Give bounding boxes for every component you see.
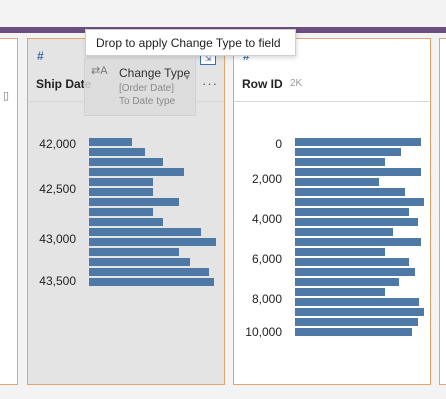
histogram-bar[interactable]: [89, 268, 209, 276]
more-options-button[interactable]: ···: [202, 76, 218, 91]
histogram-bar[interactable]: [89, 168, 184, 176]
drag-chip-target-type: To Date type: [119, 96, 176, 107]
histogram-bar[interactable]: [295, 188, 405, 196]
histogram-bar[interactable]: [295, 288, 385, 296]
histogram-bar[interactable]: [89, 218, 163, 226]
histogram-bar[interactable]: [295, 258, 409, 266]
histogram-bar[interactable]: [295, 308, 424, 316]
change-type-drag-chip[interactable]: ⇄A Change Type [Order Date] To Date type…: [84, 58, 196, 116]
histogram-bar[interactable]: [295, 318, 418, 326]
axis-tick-label: 42,000: [39, 137, 76, 151]
field-type-icon: ▯: [3, 90, 10, 102]
histogram-bar[interactable]: [89, 248, 179, 256]
histogram-bar[interactable]: [295, 238, 421, 246]
axis-tick-label: 43,500: [39, 274, 76, 288]
histogram-bar[interactable]: [89, 238, 216, 246]
chevron-down-icon: ▼: [183, 73, 191, 82]
histogram-bar[interactable]: [89, 148, 145, 156]
histogram-bar[interactable]: [295, 208, 409, 216]
histogram-bar[interactable]: [295, 298, 419, 306]
axis-tick-label: 6,000: [251, 252, 282, 266]
drop-tooltip: Drop to apply Change Type to field: [85, 29, 296, 56]
histogram-bar[interactable]: [295, 168, 421, 176]
histogram-bar[interactable]: [89, 158, 163, 166]
histogram-bar[interactable]: [295, 268, 415, 276]
histogram-bar[interactable]: [89, 198, 179, 206]
axis-tick-label: 43,000: [39, 232, 76, 246]
histogram-bar[interactable]: [89, 228, 201, 236]
histogram-bar[interactable]: [89, 138, 132, 146]
histogram-bar[interactable]: [295, 328, 412, 336]
number-type-icon[interactable]: #: [37, 49, 44, 63]
axis-tick-label: 0: [275, 137, 282, 151]
axis-tick-label: 2,000: [251, 172, 282, 186]
histogram-bar[interactable]: [295, 218, 418, 226]
field-name-row-id: Row ID: [242, 77, 283, 91]
histogram-bar[interactable]: [89, 278, 214, 286]
histogram-bar[interactable]: [295, 138, 421, 146]
change-type-icon: ⇄A: [91, 65, 108, 77]
axis-tick-label: 8,000: [251, 292, 282, 306]
drag-chip-field: [Order Date]: [119, 83, 175, 94]
histogram-bar[interactable]: [89, 208, 153, 216]
axis-tick-label: 10,000: [245, 325, 282, 339]
histogram-bar[interactable]: [295, 248, 385, 256]
histogram-bar[interactable]: [295, 148, 401, 156]
histogram-bar[interactable]: [295, 198, 424, 206]
header-divider: [234, 101, 430, 102]
histogram-bar[interactable]: [89, 258, 190, 266]
histogram-bar[interactable]: [295, 178, 379, 186]
histogram-bar[interactable]: [295, 158, 385, 166]
axis-tick-label: 42,500: [39, 182, 76, 196]
histogram-bar[interactable]: [89, 178, 153, 186]
histogram-bar[interactable]: [295, 228, 393, 236]
profile-card-next[interactable]: [439, 38, 446, 385]
distinct-count: 2K: [290, 78, 303, 89]
profile-card-previous[interactable]: ▯: [0, 38, 18, 385]
axis-tick-label: 4,000: [251, 212, 282, 226]
drag-chip-title: Change Type: [119, 66, 191, 80]
histogram-bar[interactable]: [89, 188, 153, 196]
histogram-bar[interactable]: [295, 278, 399, 286]
